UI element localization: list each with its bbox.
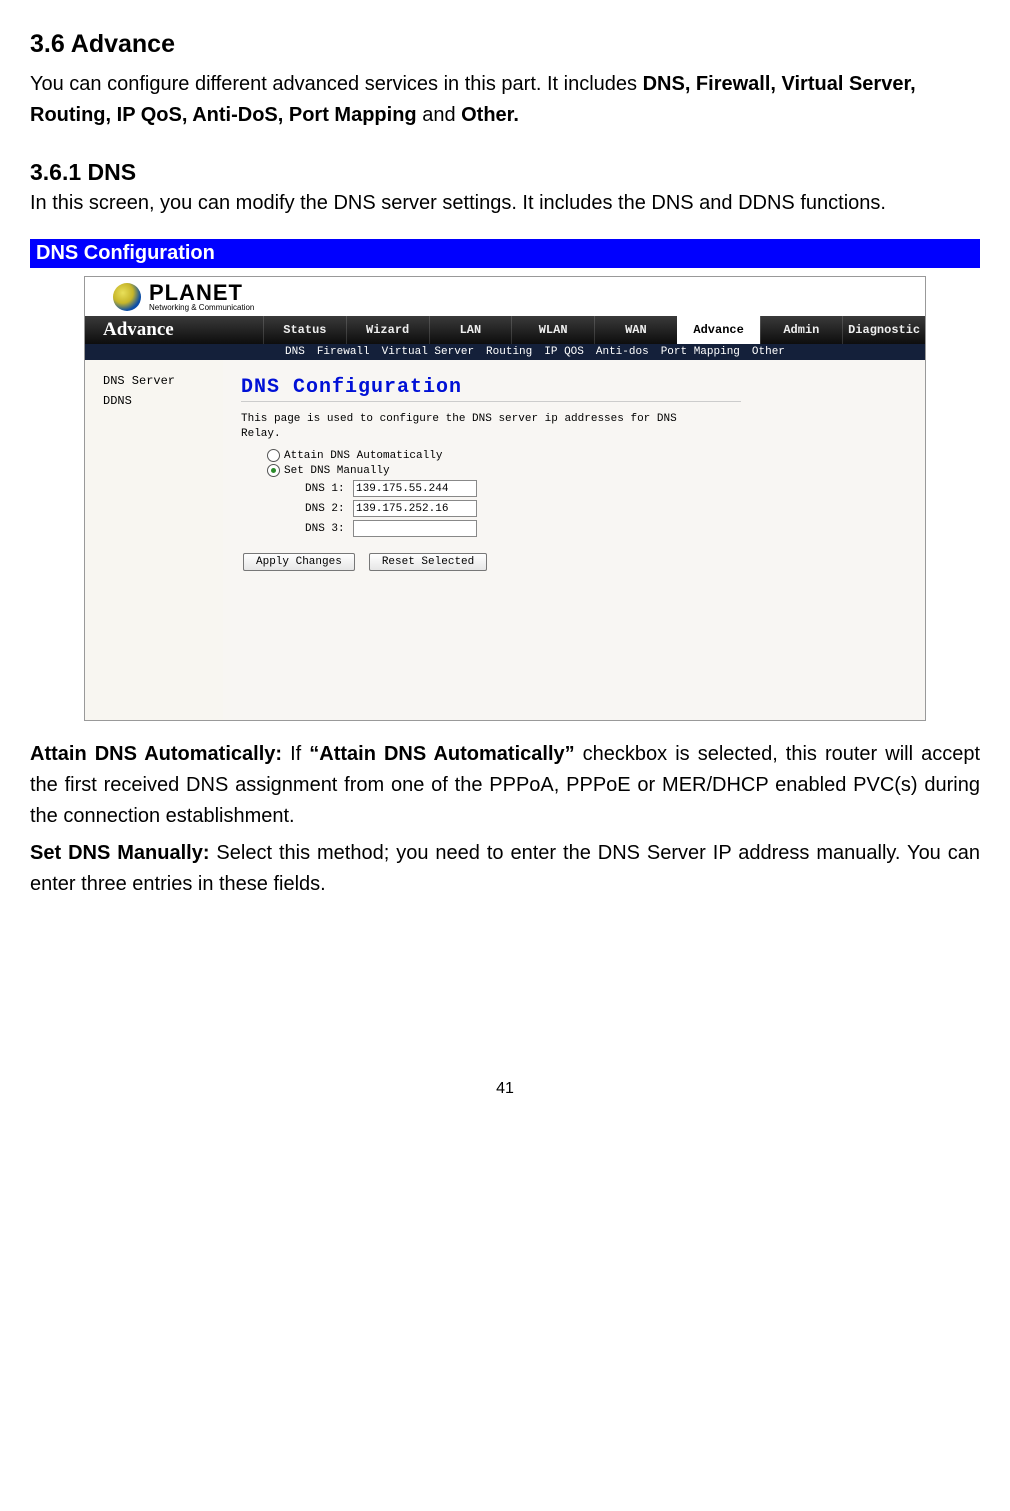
dns2-input[interactable]: [353, 500, 477, 517]
apply-changes-button[interactable]: Apply Changes: [243, 553, 355, 571]
tab-status[interactable]: Status: [263, 316, 346, 344]
dns3-input[interactable]: [353, 520, 477, 537]
subnav-other[interactable]: Other: [752, 346, 785, 358]
subnav-anti-dos[interactable]: Anti-dos: [596, 346, 649, 358]
sidebar-item-ddns[interactable]: DDNS: [103, 394, 223, 408]
tab-wan[interactable]: WAN: [594, 316, 677, 344]
radio-set-manually[interactable]: [267, 464, 280, 477]
subnav-virtual-server[interactable]: Virtual Server: [382, 346, 474, 358]
tab-wlan[interactable]: WLAN: [511, 316, 594, 344]
dns2-row: DNS 2:: [305, 500, 907, 517]
dns1-label: DNS 1:: [305, 483, 353, 495]
option-set-manually-label: Set DNS Manually: [284, 465, 390, 477]
brand-text-block: PLANET Networking & Communication: [149, 283, 254, 312]
intro-bold-other: Other.: [461, 104, 519, 126]
tab-admin[interactable]: Admin: [760, 316, 843, 344]
intro-prefix: You can configure different advanced ser…: [30, 73, 643, 95]
option-attain-auto-label: Attain DNS Automatically: [284, 450, 442, 462]
content-panel: DNS Configuration This page is used to c…: [223, 360, 925, 720]
tab-lan[interactable]: LAN: [429, 316, 512, 344]
option-set-manually[interactable]: Set DNS Manually: [267, 464, 907, 477]
subnav-port-mapping[interactable]: Port Mapping: [661, 346, 740, 358]
subnav-ip-qos[interactable]: IP QOS: [544, 346, 584, 358]
brand-name: PLANET: [149, 283, 254, 303]
attain-dns-pre: If: [282, 743, 309, 765]
attain-dns-quote: “Attain DNS Automatically”: [309, 743, 574, 765]
subsection-title: 3.6.1 DNS: [30, 159, 980, 186]
subnav-firewall[interactable]: Firewall: [317, 346, 370, 358]
page-number: 41: [30, 1080, 980, 1098]
set-dns-paragraph: Set DNS Manually: Select this method; yo…: [30, 838, 980, 900]
dns3-label: DNS 3:: [305, 523, 353, 535]
dns3-row: DNS 3:: [305, 520, 907, 537]
intro-mid: and: [417, 104, 461, 126]
dns2-label: DNS 2:: [305, 503, 353, 515]
tab-advance[interactable]: Advance: [677, 316, 760, 344]
set-dns-label: Set DNS Manually:: [30, 842, 209, 864]
section-title: 3.6 Advance: [30, 30, 980, 59]
top-nav-title: Advance: [85, 316, 263, 344]
sidebar: DNS Server DDNS: [85, 360, 223, 720]
brand-row: PLANET Networking & Communication: [85, 277, 925, 316]
brand-globe-icon: [113, 283, 141, 311]
subsection-paragraph: In this screen, you can modify the DNS s…: [30, 188, 980, 219]
intro-paragraph: You can configure different advanced ser…: [30, 69, 980, 131]
attain-dns-label: Attain DNS Automatically:: [30, 743, 282, 765]
subnav-dns[interactable]: DNS: [285, 346, 305, 358]
option-attain-auto[interactable]: Attain DNS Automatically: [267, 449, 907, 462]
brand-subtitle: Networking & Communication: [149, 303, 254, 312]
router-ui-screenshot: PLANET Networking & Communication Advanc…: [84, 276, 926, 721]
attain-dns-paragraph: Attain DNS Automatically: If “Attain DNS…: [30, 739, 980, 832]
sub-nav: DNS Firewall Virtual Server Routing IP Q…: [85, 344, 925, 360]
panel-description: This page is used to configure the DNS s…: [241, 412, 721, 442]
top-nav: Advance Status Wizard LAN WLAN WAN Advan…: [85, 316, 925, 344]
reset-selected-button[interactable]: Reset Selected: [369, 553, 487, 571]
dns1-input[interactable]: [353, 480, 477, 497]
radio-attain-auto[interactable]: [267, 449, 280, 462]
tab-wizard[interactable]: Wizard: [346, 316, 429, 344]
dns-config-heading-bar: DNS Configuration: [30, 239, 980, 268]
tab-diagnostic[interactable]: Diagnostic: [842, 316, 925, 344]
panel-title: DNS Configuration: [241, 376, 907, 399]
subnav-routing[interactable]: Routing: [486, 346, 532, 358]
divider: [241, 401, 741, 402]
sidebar-item-dns-server[interactable]: DNS Server: [103, 374, 223, 388]
dns1-row: DNS 1:: [305, 480, 907, 497]
